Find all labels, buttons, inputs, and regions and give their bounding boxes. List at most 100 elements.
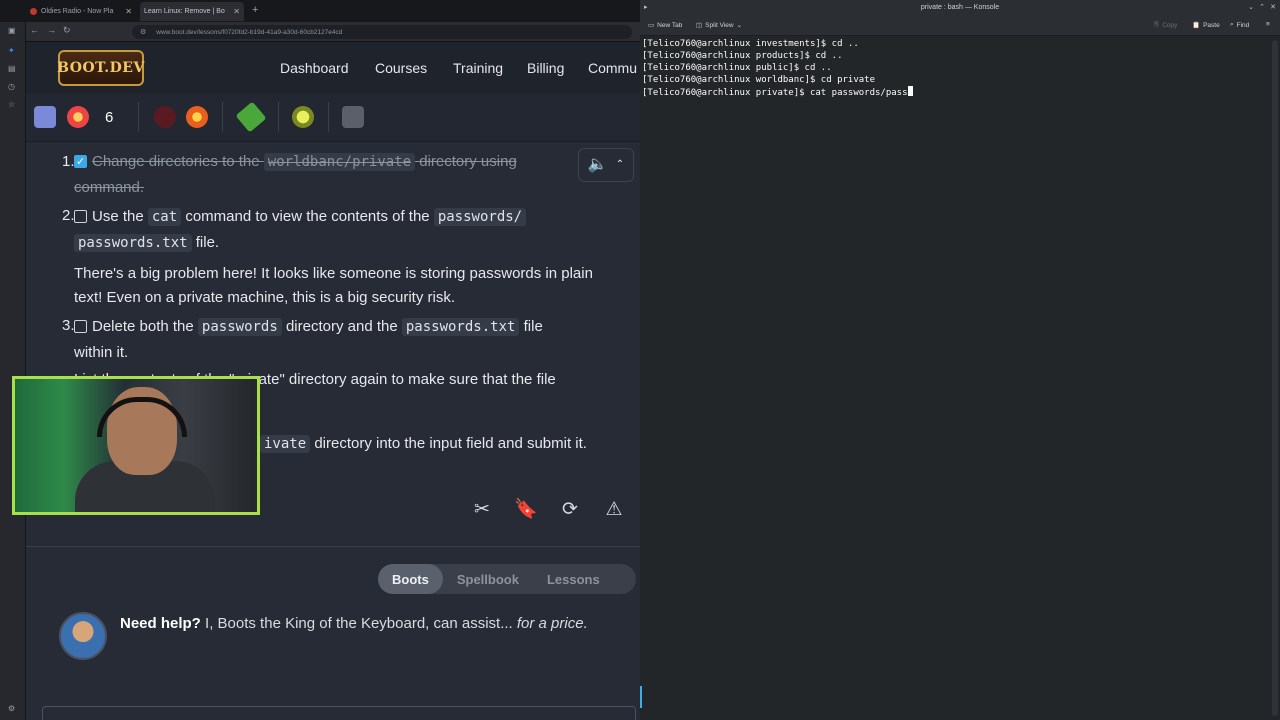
step-text: file — [519, 318, 543, 335]
report-icon[interactable]: ⚠ — [602, 497, 626, 521]
terminal-scrollbar[interactable] — [1272, 40, 1278, 716]
reload-icon[interactable]: ↻ — [63, 25, 71, 36]
minimize-icon[interactable]: ⌄ — [1248, 3, 1254, 11]
reset-icon[interactable]: ⟳ — [558, 497, 582, 521]
step-code: passwords.txt — [401, 318, 520, 336]
separator — [328, 102, 329, 132]
separator — [278, 102, 279, 132]
sidebar-toggle-icon[interactable]: ▣ — [8, 26, 16, 35]
step-number: 2. — [62, 207, 75, 224]
step-text: directory using — [415, 153, 517, 170]
step-5-text: ivate directory into the input field and… — [260, 432, 640, 456]
separator — [222, 102, 223, 132]
nav-billing[interactable]: Billing — [527, 60, 564, 76]
window-menu-icon[interactable]: ▸ — [644, 3, 648, 11]
streak-icon[interactable] — [67, 106, 89, 128]
rank-badge-icon[interactable] — [34, 106, 56, 128]
tab-boots[interactable]: Boots — [378, 564, 443, 594]
lesson-actions: ✂ 🔖 ⟳ ⚠ — [470, 497, 626, 521]
nav-courses[interactable]: Courses — [375, 60, 427, 76]
player-stats-bar: 6 — [26, 94, 640, 142]
bookmark-icon[interactable]: 🔖 — [514, 497, 538, 521]
help-title: Need help? — [120, 615, 201, 632]
inbox-icon[interactable]: ▤ — [8, 64, 16, 73]
bookmarks-icon[interactable]: ☆ — [8, 100, 15, 109]
speaker-tab-icon — [30, 8, 37, 15]
new-tab-label: New Tab — [657, 21, 683, 29]
terminal-line: [Telico760@archlinux public]$ cd .. — [642, 63, 832, 73]
step-1-checkbox[interactable] — [74, 150, 87, 174]
history-icon[interactable]: ◷ — [8, 82, 15, 91]
copy-button[interactable]: ⎘ Copy — [1154, 21, 1177, 29]
separator — [138, 102, 139, 132]
fire-icon[interactable] — [186, 106, 208, 128]
settings-icon[interactable]: ⚙ — [8, 704, 15, 713]
terminal-line: [Telico760@archlinux private]$ cat passw… — [642, 88, 908, 98]
maximize-icon[interactable]: ⌃ — [1259, 3, 1265, 11]
potion-yellow-icon[interactable] — [292, 106, 314, 128]
browser-tab-oldies-radio[interactable]: Oldies Radio - Now Pla ✕ — [26, 2, 136, 21]
divider — [26, 546, 640, 547]
step-text: directory and the — [281, 318, 402, 335]
terminal-toolbar: ▭ New Tab ◫ Split View ⌄ ⎘ Copy 📋 Paste ⌕ Find… — [640, 15, 1280, 36]
boots-avatar — [59, 612, 107, 660]
terminal-line: [Telico760@archlinux products]$ cd .. — [642, 51, 843, 61]
bootdev-logo[interactable]: BOOT.DEV — [57, 50, 144, 86]
step-3-checkbox[interactable] — [74, 320, 87, 333]
chevron-up-icon: ⌃ — [615, 159, 625, 170]
headset-icon — [97, 397, 187, 437]
tab-title: Learn Linux: Remove | Bo — [144, 8, 225, 15]
terminal-cursor — [907, 86, 913, 96]
tab-lessons[interactable]: Lessons — [533, 564, 614, 594]
hamburger-menu-icon[interactable]: ≡ — [1266, 21, 1270, 28]
ai-icon[interactable]: ✦ — [8, 46, 15, 55]
close-tab-icon[interactable]: ✕ — [125, 7, 132, 16]
step-text: directory into the input field and submi… — [310, 435, 587, 452]
step-3-text: Delete both the passwords directory and … — [74, 314, 634, 366]
paste-button[interactable]: 📋 Paste — [1192, 21, 1220, 30]
gem-icon[interactable] — [154, 106, 176, 128]
find-button[interactable]: ⌕ Find — [1230, 21, 1249, 29]
browser-tab-learn-linux[interactable]: Learn Linux: Remove | Bo ✕ — [140, 2, 244, 21]
solution-icon[interactable]: ✂ — [470, 497, 494, 521]
site-info-icon[interactable]: ⚙ — [140, 28, 146, 36]
step-code: passwords/ — [433, 208, 527, 226]
chest-icon[interactable] — [342, 106, 364, 128]
new-tab-button[interactable]: ▭ New Tab — [648, 21, 683, 30]
close-icon[interactable]: ✕ — [1270, 3, 1276, 11]
url-text: www.boot.dev/lessons/f0720fd2-b19d-41a9-… — [156, 28, 343, 36]
browser-sidebar: ▣ ✦ ▤ ◷ ☆ ⚙ — [0, 22, 26, 720]
chat-input[interactable] — [42, 706, 636, 720]
new-tab-icon: ▭ — [648, 22, 655, 29]
address-bar[interactable]: ⚙ www.boot.dev/lessons/f0720fd2-b19d-41a… — [132, 25, 632, 39]
help-italic: for a price. — [512, 615, 588, 632]
step-number: 1. — [62, 153, 75, 170]
step-2-checkbox[interactable] — [74, 210, 87, 223]
terminal-line: [Telico760@archlinux worldbanc]$ cd priv… — [642, 75, 875, 85]
streak-count: 6 — [105, 109, 114, 126]
forward-icon[interactable]: → — [47, 25, 56, 35]
paste-label: Paste — [1203, 21, 1220, 29]
step-code: worldbanc/private — [263, 153, 416, 171]
copy-icon: ⎘ — [1154, 21, 1160, 28]
tab-spellbook[interactable]: Spellbook — [443, 564, 533, 594]
browser-window: Oldies Radio - Now Pla ✕ Learn Linux: Re… — [0, 0, 640, 720]
back-icon[interactable]: ← — [30, 25, 39, 35]
paste-icon: 📋 — [1192, 22, 1201, 29]
step-2-text: Use the cat command to view the contents… — [74, 204, 634, 256]
search-icon: ⌕ — [1230, 21, 1234, 28]
nav-community[interactable]: Commu — [588, 60, 637, 76]
nav-training[interactable]: Training — [453, 60, 503, 76]
webcam-overlay — [12, 376, 260, 515]
close-tab-icon[interactable]: ✕ — [233, 7, 240, 16]
terminal-output[interactable]: [Telico760@archlinux investments]$ cd ..… — [642, 38, 1262, 99]
step-1-line2: command. — [74, 179, 145, 196]
new-tab-icon[interactable]: + — [252, 4, 258, 16]
potion-green-icon[interactable] — [235, 101, 267, 133]
terminal-prompt-line: [Telico760@archlinux private]$ cat passw… — [642, 86, 1262, 99]
help-message: Need help? I, Boots the King of the Keyb… — [120, 612, 620, 636]
split-view-button[interactable]: ◫ Split View ⌄ — [696, 21, 743, 30]
split-view-icon: ◫ — [696, 22, 703, 29]
chevron-down-icon: ⌄ — [736, 22, 743, 29]
nav-dashboard[interactable]: Dashboard — [280, 60, 349, 76]
